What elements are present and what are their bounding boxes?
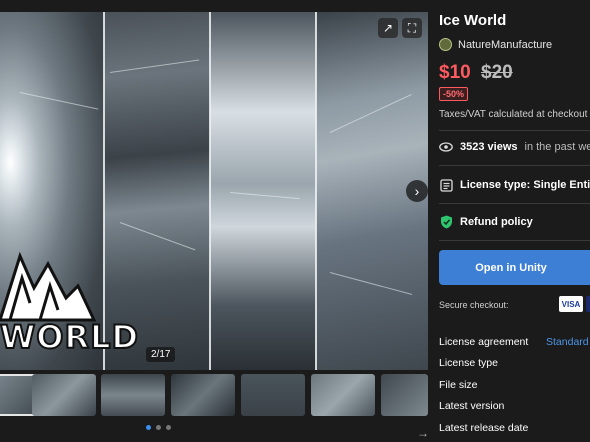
product-details-panel: Ice World NatureManufacture $10 $20 -50%… bbox=[439, 0, 590, 442]
thumbnail[interactable] bbox=[311, 374, 375, 416]
publisher-name: NatureManufacture bbox=[458, 38, 553, 51]
license-row[interactable]: License type: Single Entity bbox=[439, 178, 590, 192]
carousel-dot[interactable] bbox=[146, 425, 151, 430]
divider bbox=[439, 130, 590, 131]
card-icon bbox=[586, 296, 590, 312]
refund-policy-link: Refund policy bbox=[460, 216, 533, 228]
panel-divider bbox=[103, 12, 105, 370]
views-row: 3523 views in the past week bbox=[439, 140, 590, 154]
license-icon bbox=[439, 178, 453, 192]
carousel-dots bbox=[146, 425, 171, 430]
thumbnail-strip bbox=[0, 374, 428, 416]
divider bbox=[439, 240, 590, 241]
panel-divider bbox=[315, 12, 317, 370]
eye-icon bbox=[439, 140, 453, 154]
sale-price: $10 bbox=[439, 62, 471, 83]
thumbnail[interactable] bbox=[381, 374, 428, 416]
product-gallery[interactable]: WORLD ↗ ⛶ › 2/17 bbox=[0, 12, 428, 370]
carousel-dot[interactable] bbox=[156, 425, 161, 430]
tax-note: Taxes/VAT calculated at checkout bbox=[439, 109, 588, 120]
product-title: Ice World bbox=[439, 12, 507, 29]
publisher-avatar bbox=[439, 38, 452, 51]
visa-card-icon: VISA bbox=[559, 296, 583, 312]
license-agreement-link[interactable]: Standard Unity Asset Store EULA bbox=[546, 336, 590, 348]
thumbnail[interactable] bbox=[101, 374, 165, 416]
refund-row[interactable]: Refund policy bbox=[439, 215, 533, 229]
gallery-image-panel bbox=[210, 12, 316, 370]
discount-badge: -50% bbox=[439, 87, 469, 101]
info-label: Latest release date bbox=[439, 422, 529, 434]
thumbnail[interactable] bbox=[241, 374, 305, 416]
open-in-unity-button[interactable]: Open in Unity bbox=[439, 250, 590, 285]
carousel-dot[interactable] bbox=[166, 425, 171, 430]
expand-icon[interactable]: ⛶ bbox=[402, 18, 422, 38]
original-price: $20 bbox=[481, 62, 513, 83]
license-type-label: License type: Single Entity bbox=[460, 179, 590, 191]
mountain-logo-icon bbox=[0, 251, 97, 322]
arrow-right-icon[interactable]: → bbox=[417, 426, 429, 440]
ice-world-logo: WORLD bbox=[0, 248, 139, 358]
image-counter: 2/17 bbox=[146, 347, 176, 362]
logo-text: WORLD bbox=[0, 317, 140, 357]
share-icon[interactable]: ↗ bbox=[378, 18, 398, 38]
views-suffix: in the past week bbox=[524, 141, 590, 153]
divider bbox=[439, 165, 590, 166]
thumbnail[interactable] bbox=[32, 374, 96, 416]
publisher-link[interactable]: NatureManufacture bbox=[439, 38, 552, 51]
views-count: 3523 views bbox=[460, 141, 518, 153]
secure-checkout-label: Secure checkout: bbox=[439, 300, 509, 310]
chevron-right-icon[interactable]: › bbox=[406, 180, 428, 202]
info-label: Latest version bbox=[439, 400, 505, 412]
divider bbox=[439, 203, 590, 204]
shield-check-icon bbox=[439, 215, 453, 229]
thumbnail[interactable] bbox=[171, 374, 235, 416]
panel-divider bbox=[209, 12, 211, 370]
info-label: File size bbox=[439, 379, 478, 391]
info-label: License type bbox=[439, 357, 498, 369]
info-label: License agreement bbox=[439, 336, 529, 348]
